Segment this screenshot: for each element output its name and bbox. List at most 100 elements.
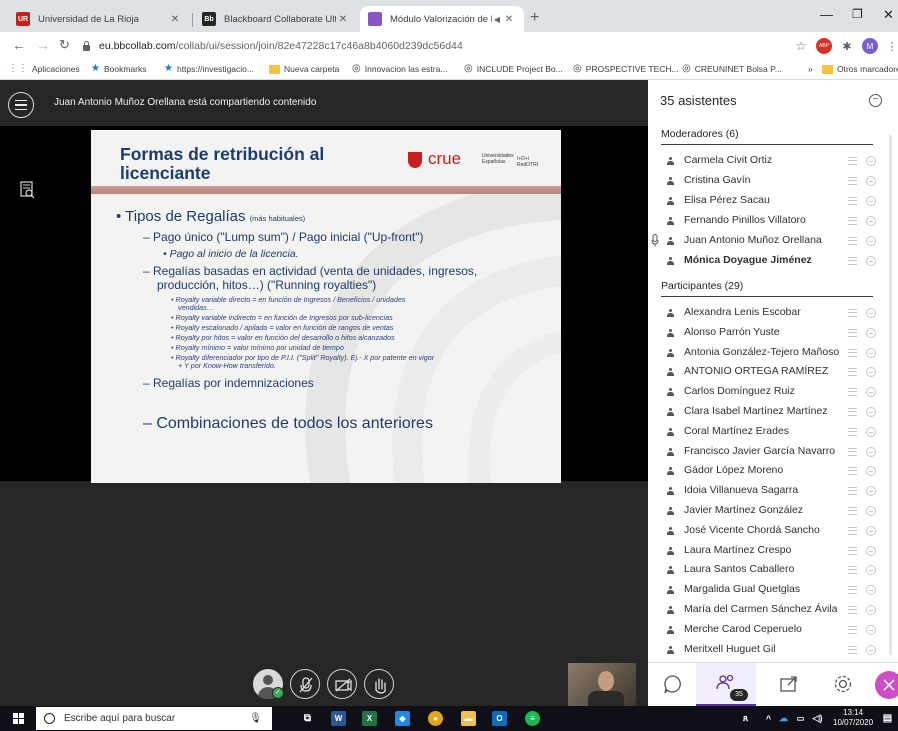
adblock-extension-icon[interactable]: ABP bbox=[816, 38, 832, 54]
tray-expand-icon[interactable]: ^ bbox=[761, 711, 776, 726]
tab-close-icon[interactable]: ✕ bbox=[336, 14, 350, 25]
participant-row[interactable]: José Vicente Chordá Sancho bbox=[648, 521, 886, 541]
outlook-app-icon[interactable]: O bbox=[492, 711, 507, 726]
participant-row[interactable]: Gádor López Moreno bbox=[648, 461, 886, 481]
tab-close-icon[interactable]: ✕ bbox=[168, 14, 182, 25]
attendee-options-icon[interactable] bbox=[866, 506, 876, 516]
volume-icon[interactable]: ◁) bbox=[810, 711, 825, 726]
participant-row[interactable]: Meritxell Huguet Gil bbox=[648, 640, 886, 660]
attendee-options-icon[interactable] bbox=[866, 545, 876, 556]
attendee-options-icon[interactable] bbox=[866, 216, 876, 226]
raise-hand-button[interactable] bbox=[364, 669, 394, 699]
taskbar-search-box[interactable]: Escribe aquí para buscar 🎙︎ bbox=[36, 707, 272, 730]
notifications-icon[interactable]: ▤ bbox=[880, 711, 895, 726]
camera-off-button[interactable] bbox=[327, 669, 357, 699]
browser-menu-icon[interactable]: ⋮ bbox=[884, 38, 898, 54]
attendee-options-icon[interactable] bbox=[866, 256, 876, 266]
participant-row[interactable]: Coral Martínez Erades bbox=[648, 422, 886, 442]
chrome-app-icon[interactable]: ● bbox=[428, 711, 443, 726]
attendee-options-icon[interactable] bbox=[866, 624, 876, 635]
attendee-options-icon[interactable] bbox=[866, 196, 876, 206]
bookmark-include-project[interactable]: ◎ INCLUDE Project Bo... bbox=[464, 64, 563, 75]
attendee-options-icon[interactable] bbox=[866, 407, 876, 417]
attendee-options-icon[interactable] bbox=[866, 605, 876, 615]
attendee-options-icon[interactable] bbox=[866, 308, 876, 318]
bookmark-nueva-carpeta[interactable]: Nueva carpeta bbox=[269, 64, 339, 74]
participant-row[interactable]: Antonia González-Tejero Mañoso bbox=[648, 343, 886, 363]
participant-row[interactable]: Alonso Parrón Yuste bbox=[648, 323, 886, 343]
bookmark-prospective[interactable]: ◎ PROSPECTIVE TECH... bbox=[573, 64, 679, 75]
tab-audio-icon[interactable]: ◀︎ bbox=[492, 15, 502, 24]
mute-microphone-button[interactable] bbox=[290, 669, 320, 699]
attendee-options-icon[interactable] bbox=[866, 236, 876, 246]
bookmark-investigacion[interactable]: ★ https://investigacio... bbox=[164, 64, 254, 75]
close-window-icon[interactable]: ✕ bbox=[883, 7, 894, 23]
attendee-options-icon[interactable] bbox=[866, 426, 876, 437]
participant-row[interactable]: Francisco Javier García Navarro bbox=[648, 442, 886, 462]
attendee-options-icon[interactable] bbox=[866, 486, 876, 497]
bookmark-innovacion[interactable]: ◎ Innovacion las estra... bbox=[352, 64, 447, 75]
microphone-icon[interactable]: 🎙︎ bbox=[249, 713, 262, 724]
bookmark-bookmarks[interactable]: ★ Bookmarks bbox=[91, 64, 146, 75]
attendee-options-icon[interactable] bbox=[866, 347, 876, 358]
close-panel-button[interactable] bbox=[875, 671, 898, 699]
attendee-options-icon[interactable] bbox=[866, 585, 876, 596]
excel-app-icon[interactable]: X bbox=[362, 711, 377, 726]
file-explorer-icon[interactable]: ▬ bbox=[461, 711, 476, 726]
task-view-icon[interactable]: ⧉ bbox=[300, 711, 315, 726]
participant-row[interactable]: Margalida Gual Quetglas bbox=[648, 580, 886, 600]
chat-icon[interactable] bbox=[662, 673, 684, 695]
spotify-app-icon[interactable]: ≡ bbox=[525, 711, 540, 726]
share-content-icon[interactable] bbox=[778, 673, 800, 695]
minimize-icon[interactable]: — bbox=[820, 7, 833, 22]
people-tray-icon[interactable]: ጸ bbox=[738, 711, 753, 726]
participant-row[interactable]: Carlos Domínguez Ruiz bbox=[648, 382, 886, 402]
attendee-options-icon[interactable] bbox=[866, 367, 876, 378]
moderator-row[interactable]: Carmela Civit Ortiz bbox=[648, 151, 886, 171]
network-icon[interactable]: ▭ bbox=[793, 711, 808, 726]
tab-universidad-la-rioja[interactable]: UR Universidad de La Rioja ✕ bbox=[8, 6, 190, 32]
attendee-options-icon[interactable] bbox=[866, 644, 876, 655]
content-view-icon[interactable] bbox=[20, 181, 36, 199]
bookmark-otros-marcadores[interactable]: Otros marcadores bbox=[822, 64, 898, 74]
attendee-options-icon[interactable] bbox=[866, 156, 876, 166]
word-app-icon[interactable]: W bbox=[331, 711, 346, 726]
back-icon[interactable]: ← bbox=[12, 37, 26, 53]
windows-start-icon[interactable] bbox=[13, 713, 24, 724]
moderator-row[interactable]: Mónica Doyague Jiménez bbox=[648, 251, 886, 271]
presenter-camera-thumbnail[interactable] bbox=[568, 663, 636, 706]
attendee-options-icon[interactable] bbox=[866, 565, 876, 576]
participant-row[interactable]: María del Carmen Sánchez Ávila bbox=[648, 600, 886, 620]
profile-avatar[interactable]: M bbox=[862, 38, 878, 54]
attendee-options-icon[interactable] bbox=[866, 466, 876, 477]
bookmarks-overflow[interactable]: » bbox=[808, 64, 813, 74]
forward-icon[interactable]: → bbox=[36, 37, 50, 53]
participant-row[interactable]: ANTONIO ORTEGA RAMÍREZ bbox=[648, 362, 886, 382]
attendees-scrollbar[interactable] bbox=[889, 135, 892, 655]
restore-icon[interactable]: ❐ bbox=[852, 7, 863, 21]
moderator-row[interactable]: Juan Antonio Muñoz Orellana bbox=[648, 231, 886, 251]
tab-modulo-valorizacion[interactable]: Módulo Valorización de Resu ◀︎ ✕ bbox=[360, 6, 524, 32]
url-bar[interactable]: eu.bbcollab.com/collab/ui/session/join/8… bbox=[82, 36, 802, 56]
bookmark-star-icon[interactable]: ☆ bbox=[793, 38, 809, 54]
participant-row[interactable]: Laura Santos Caballero bbox=[648, 560, 886, 580]
new-tab-icon[interactable]: + bbox=[530, 9, 539, 27]
participant-row[interactable]: Idoia Villanueva Sagarra bbox=[648, 481, 886, 501]
collapse-panel-icon[interactable]: − bbox=[869, 94, 882, 107]
participant-row[interactable]: Javier Martínez González bbox=[648, 501, 886, 521]
attendee-options-icon[interactable] bbox=[866, 176, 876, 186]
onedrive-icon[interactable]: ☁ bbox=[776, 711, 791, 726]
tray-clock[interactable]: 13:14 10/07/2020 bbox=[833, 708, 873, 728]
attendee-options-icon[interactable] bbox=[866, 327, 876, 338]
session-menu-button[interactable] bbox=[8, 92, 34, 118]
attendee-options-icon[interactable] bbox=[866, 446, 876, 457]
participant-row[interactable]: Alexandra Lenis Escobar bbox=[648, 303, 886, 323]
settings-gear-icon[interactable] bbox=[832, 673, 854, 695]
bookmark-creuninet[interactable]: ◎ CREUNINET Bolsa P... bbox=[682, 64, 782, 75]
tab-close-icon[interactable]: ✕ bbox=[502, 14, 516, 25]
moderator-row[interactable]: Elisa Pérez Sacau bbox=[648, 191, 886, 211]
tab-blackboard-collaborate[interactable]: Bb Blackboard Collaborate Ultra – I ✕ bbox=[194, 6, 358, 32]
participant-row[interactable]: Laura Martínez Crespo bbox=[648, 541, 886, 561]
vscode-app-icon[interactable]: ◆ bbox=[395, 711, 410, 726]
extensions-puzzle-icon[interactable]: ✱ bbox=[839, 38, 855, 54]
